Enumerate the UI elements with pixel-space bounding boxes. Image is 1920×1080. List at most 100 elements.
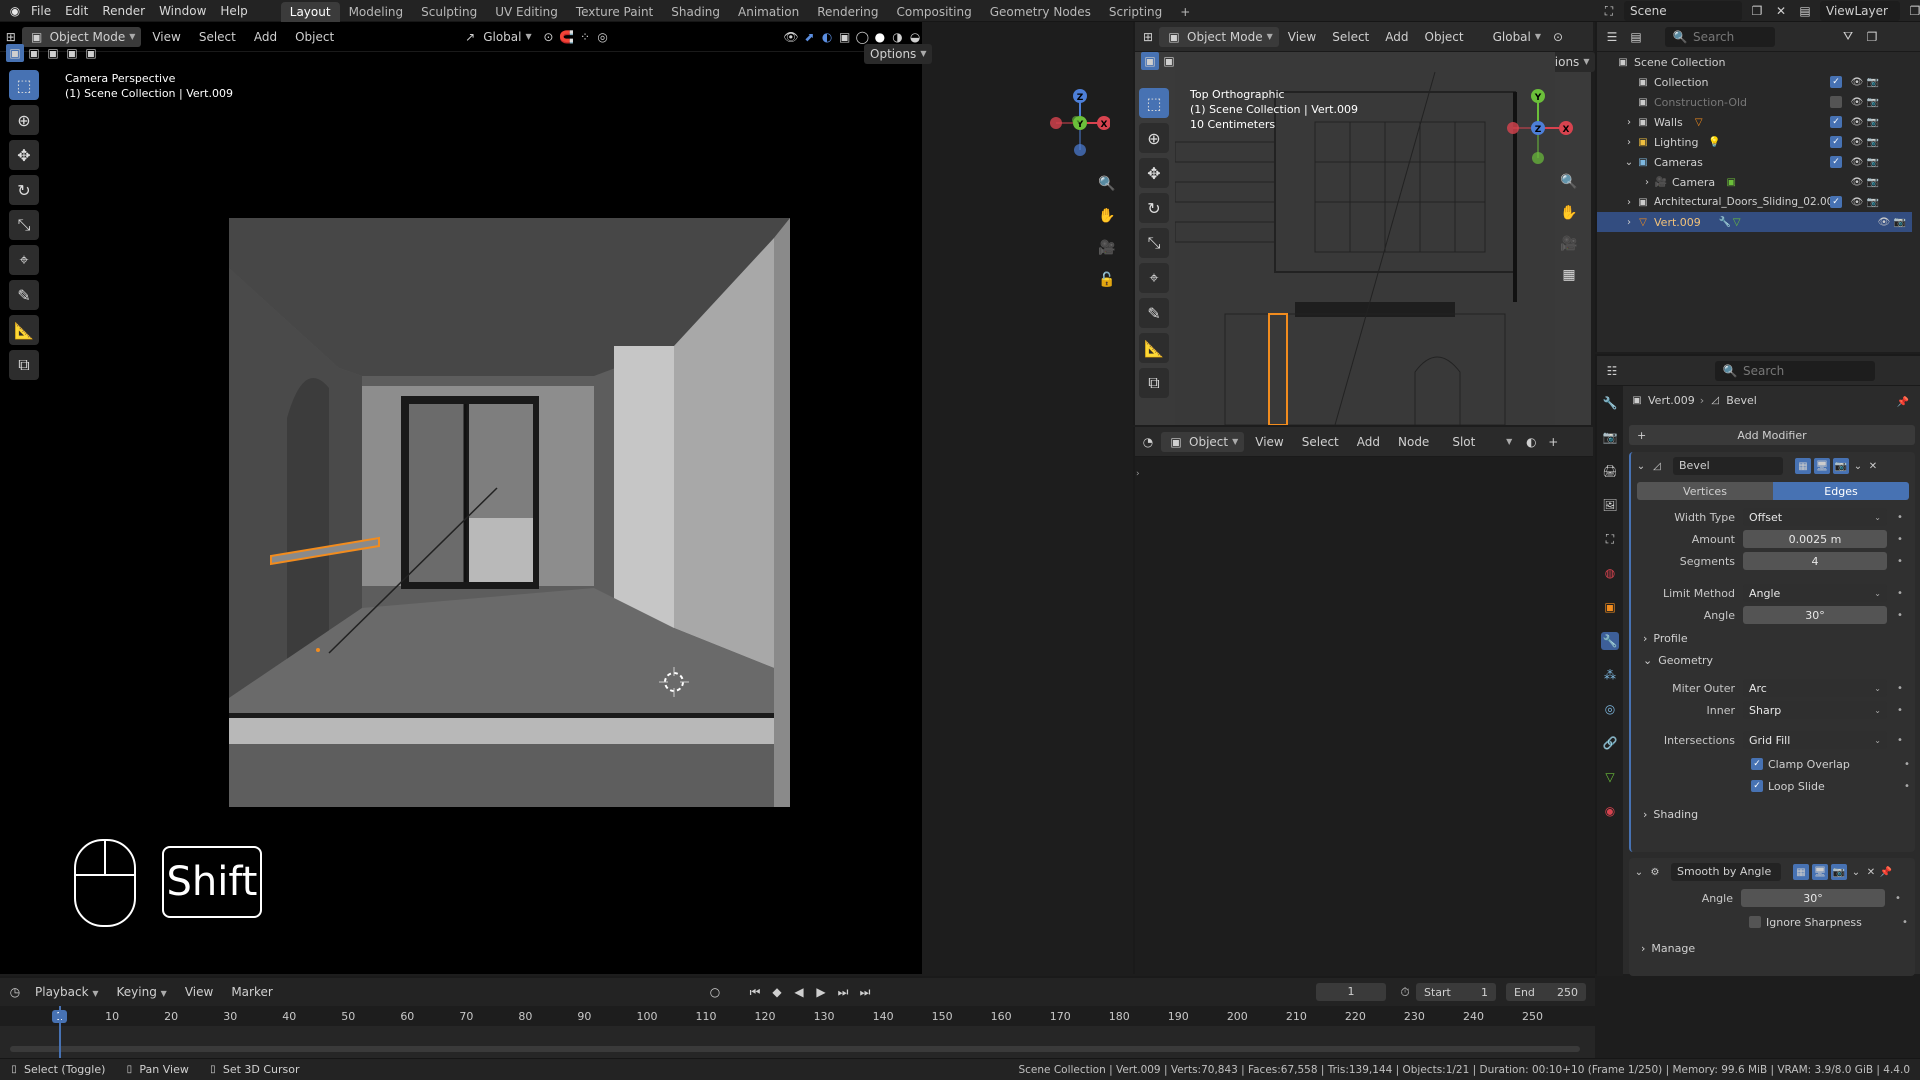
material-icon[interactable]: ◐ [1522, 433, 1540, 451]
constraints-tab-icon[interactable]: 🔗 [1601, 734, 1619, 752]
camera-render-icon[interactable]: 📷 [1867, 116, 1879, 128]
miter-outer-dropdown[interactable]: Arc ⌄ [1743, 679, 1887, 697]
play-icon[interactable]: ▶ [812, 983, 830, 1001]
expand-sidebar-icon[interactable]: › [1136, 469, 1140, 479]
tab-sculpting[interactable]: Sculpting [412, 2, 486, 22]
select-new-icon[interactable]: ▣ [1141, 52, 1159, 70]
xray-icon[interactable]: ▣ [838, 28, 852, 46]
editor-type-icon[interactable]: ⊞ [4, 28, 18, 46]
intersections-dropdown[interactable]: Grid Fill ⌄ [1743, 731, 1887, 749]
outliner-item-camera[interactable]: › 🎥 Camera ▣ 👁 📷 [1617, 172, 1879, 192]
tab-rendering[interactable]: Rendering [808, 2, 887, 22]
tab-modeling[interactable]: Modeling [340, 2, 413, 22]
tab-shading[interactable]: Shading [662, 2, 729, 22]
start-frame-field[interactable]: Start 1 [1416, 983, 1496, 1001]
camera-render-icon[interactable]: 📷 [1867, 176, 1879, 188]
playhead[interactable] [59, 1006, 61, 1058]
properties-search[interactable]: 🔍 Search [1715, 360, 1875, 381]
zoom-icon[interactable]: 🔍 [1095, 172, 1119, 196]
smooth-angle-field[interactable]: 30° [1741, 889, 1885, 907]
left-navigation-gizmo[interactable]: Z X Y [1040, 82, 1110, 162]
gizmo-icon[interactable]: ⬈ [803, 28, 817, 46]
add-workspace-button[interactable]: + [1171, 2, 1199, 22]
keyframe-area[interactable] [0, 1026, 1595, 1058]
keyframe-dot-icon[interactable]: • [1893, 893, 1903, 904]
viewport-toggle-icon[interactable]: 🖥 [1812, 864, 1828, 880]
tool-tab-icon[interactable]: 🔧 [1601, 394, 1619, 412]
menu-render[interactable]: Render [95, 0, 152, 22]
jump-keyframe-back-icon[interactable]: ◆ [768, 983, 786, 1001]
menu-object-right[interactable]: Object [1418, 27, 1471, 47]
outliner-item-cameras[interactable]: ⌄ ▣ Cameras ✓ 👁 📷 [1617, 152, 1879, 172]
clamp-overlap-checkbox[interactable]: ✓ [1751, 758, 1763, 770]
pan-hand-icon[interactable]: ✋ [1095, 204, 1119, 228]
camera-render-icon[interactable]: 📷 [1867, 76, 1879, 88]
select-subtract-icon[interactable]: ▣ [44, 44, 62, 62]
scene-field[interactable]: Scene [1624, 1, 1742, 21]
keyframe-dot-icon[interactable]: • [1900, 917, 1910, 928]
menu-object[interactable]: Object [288, 27, 341, 47]
right-navigation-gizmo[interactable]: Y X Z [1503, 84, 1573, 170]
ignore-sharpness-checkbox[interactable] [1749, 916, 1761, 928]
eye-icon[interactable]: 👁 [1851, 116, 1864, 128]
exclude-checkbox[interactable]: ✓ [1830, 196, 1842, 208]
collapse-arrow-icon[interactable]: ⌄ [1635, 460, 1647, 472]
viewlayer-icon[interactable]: ▤ [1796, 2, 1814, 20]
limit-method-dropdown[interactable]: Angle ⌄ [1743, 584, 1887, 602]
tab-geometry-nodes[interactable]: Geometry Nodes [981, 2, 1100, 22]
move-tool-icon[interactable]: ✥ [9, 140, 39, 170]
orientation-dropdown-right[interactable]: Global ▼ [1487, 27, 1547, 47]
output-tab-icon[interactable]: 🖨 [1601, 462, 1619, 480]
display-mode-icon[interactable]: ▤ [1627, 28, 1645, 46]
node-editor[interactable]: ◔ ▣ Object ▼ View Select Add Node Slot ▼ ◐ … [1133, 427, 1593, 974]
select-box-tool-icon[interactable]: ⬚ [9, 70, 39, 100]
eye-icon[interactable]: 👁 [1851, 76, 1864, 88]
editmode-toggle-icon[interactable]: ▦ [1793, 864, 1809, 880]
shading-solid-icon[interactable]: ● [873, 28, 887, 46]
outliner-item-scene-collection[interactable]: ▣ Scene Collection [1617, 52, 1879, 72]
eye-icon[interactable]: 👁 [1851, 96, 1864, 108]
keyframe-dot-icon[interactable]: • [1895, 735, 1905, 746]
width-type-dropdown[interactable]: Offset ⌄ [1743, 508, 1887, 526]
affect-edges-button[interactable]: Edges [1773, 482, 1909, 500]
scene-tab-icon[interactable]: ⛶ [1601, 530, 1619, 548]
outliner-item-lighting[interactable]: › ▣ Lighting 💡 ✓ 👁 📷 [1617, 132, 1879, 152]
profile-subpanel[interactable]: › Profile [1643, 632, 1688, 645]
world-tab-icon[interactable]: ◍ [1601, 564, 1619, 582]
camera-view-icon[interactable]: 🎥 [1557, 232, 1581, 256]
add-cube-tool-icon[interactable]: ⧉ [1139, 368, 1169, 398]
ortho-grid-icon[interactable]: ▦ [1557, 263, 1581, 287]
select-intersect-icon[interactable]: ▣ [82, 44, 100, 62]
object-tab-icon[interactable]: ▣ [1601, 598, 1619, 616]
collapse-arrow-icon[interactable]: ⌄ [1623, 156, 1635, 168]
end-frame-field[interactable]: End 250 [1506, 983, 1586, 1001]
play-reverse-icon[interactable]: ◀ [790, 983, 808, 1001]
keyframe-dot-icon[interactable]: • [1895, 610, 1905, 621]
loop-slide-checkbox[interactable]: ✓ [1751, 780, 1763, 792]
expand-arrow-icon[interactable]: › [1623, 196, 1635, 208]
expand-arrow-icon[interactable]: › [1623, 136, 1635, 148]
orientation-dropdown[interactable]: ↗ Global ▼ [455, 27, 537, 47]
keyframe-dot-icon[interactable]: • [1895, 683, 1905, 694]
menu-select[interactable]: Select [192, 27, 243, 47]
keyframe-dot-icon[interactable]: • [1895, 705, 1905, 716]
remove-modifier-icon[interactable]: ✕ [1865, 866, 1877, 878]
new-collection-icon[interactable]: ❐ [1863, 28, 1881, 46]
camera-render-icon[interactable]: 📷 [1894, 216, 1906, 228]
bevel-name-field[interactable]: Bevel [1673, 457, 1783, 475]
expand-arrow-icon[interactable]: › [1623, 216, 1635, 228]
data-tab-icon[interactable]: ▽ [1601, 768, 1619, 786]
overlay-icon[interactable]: ◐ [820, 28, 834, 46]
pan-hand-icon[interactable]: ✋ [1557, 201, 1581, 225]
measure-tool-icon[interactable]: 📐 [9, 315, 39, 345]
keyframe-dot-icon[interactable]: • [1895, 534, 1905, 545]
tab-layout[interactable]: Layout [280, 1, 340, 22]
geometry-subpanel[interactable]: ⌄ Geometry [1643, 654, 1713, 667]
transform-tool-icon[interactable]: ⌖ [1139, 263, 1169, 293]
tab-uv-editing[interactable]: UV Editing [486, 2, 567, 22]
select-new-icon[interactable]: ▣ [6, 44, 24, 62]
outliner-item-construction-old[interactable]: ▣ Construction-Old 👁 📷 [1617, 92, 1879, 112]
timeline-marker-menu[interactable]: Marker [224, 982, 279, 1002]
outliner-item-vert009[interactable]: › ▽ Vert.009 🔧 ▽ 👁 📷 [1597, 212, 1912, 232]
delete-scene-icon[interactable]: ✕ [1772, 2, 1790, 20]
